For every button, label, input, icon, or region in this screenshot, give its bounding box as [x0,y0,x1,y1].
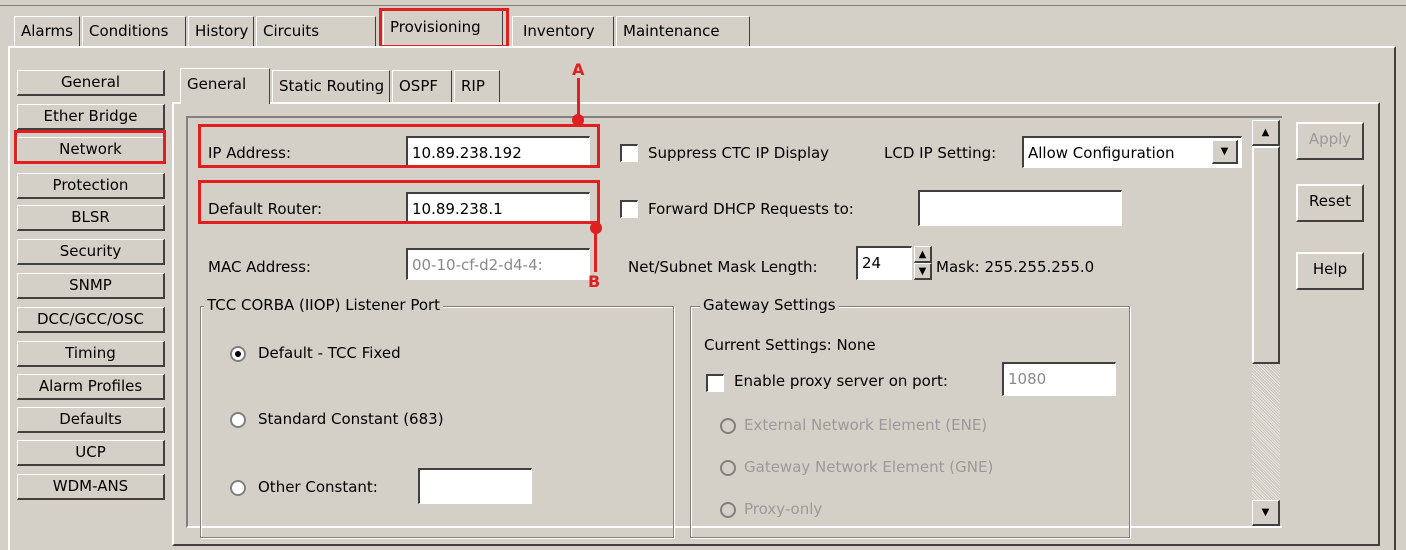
lcd-ip-setting-select[interactable]: Allow Configuration [1022,136,1242,168]
forward-dhcp-checkbox[interactable] [620,200,638,218]
gateway-group-title: Gateway Settings [700,296,839,314]
sidebar-item-protection[interactable]: Protection [17,173,165,199]
annotation-b-label: B [588,272,601,291]
enable-proxy-checkbox[interactable] [706,374,724,392]
top-strip [0,0,1406,6]
forward-dhcp-input[interactable] [918,190,1122,226]
annotation-a-dot [572,114,584,126]
sidebar-item-blsr[interactable]: BLSR [17,205,165,231]
annotation-b-line [594,230,597,272]
other-constant-input[interactable] [418,468,532,504]
proxy-port-input[interactable]: 1080 [1002,362,1116,396]
tab-maintenance[interactable]: Maintenance [616,16,750,46]
corba-group-title: TCC CORBA (IIOP) Listener Port [204,296,444,314]
gne-label: Gateway Network Element (GNE) [744,458,994,476]
lcd-dropdown-button[interactable]: ▼ [1212,140,1238,164]
forward-dhcp-label: Forward DHCP Requests to: [648,200,854,218]
scroll-up-button[interactable]: ▲ [1252,120,1280,146]
mask-value-text: Mask: 255.255.255.0 [936,258,1095,276]
spin-down-icon: ▼ [918,265,927,277]
default-tcc-radio[interactable] [230,346,246,362]
mac-address-field: 00-10-cf-d2-d4-4: [406,248,590,280]
tab-circuits[interactable]: Circuits [256,16,376,46]
tab-history[interactable]: History [188,16,254,46]
tab-alarms[interactable]: Alarms [14,16,80,46]
subtab-general[interactable]: General [180,68,270,104]
spin-up-icon: ▲ [918,248,927,260]
suppress-ctc-ip-checkbox[interactable] [620,144,638,162]
suppress-ctc-ip-label: Suppress CTC IP Display [648,144,830,162]
sidebar-item-timing[interactable]: Timing [17,341,165,367]
scroll-down-button[interactable]: ▼ [1252,500,1280,526]
reset-button[interactable]: Reset [1296,184,1364,222]
tab-inventory[interactable]: Inventory [512,16,614,46]
subtab-static-routing[interactable]: Static Routing [272,70,390,102]
subtab-rip[interactable]: RIP [454,70,500,102]
sidebar-item-wdm-ans[interactable]: WDM-ANS [17,474,165,500]
subtab-ospf[interactable]: OSPF [392,70,452,102]
ip-address-highlight [198,124,600,168]
standard-constant-radio[interactable] [230,412,246,428]
other-constant-label: Other Constant: [258,478,378,496]
annotation-a-label: A [572,60,585,79]
standard-constant-label: Standard Constant (683) [258,410,444,428]
apply-button[interactable]: Apply [1296,122,1364,160]
sidebar-item-ucp[interactable]: UCP [17,440,165,466]
enable-proxy-label: Enable proxy server on port: [734,372,948,390]
sidebar-item-security[interactable]: Security [17,239,165,265]
scroll-up-icon: ▲ [1261,127,1270,138]
lcd-ip-setting-label: LCD IP Setting: [884,144,997,162]
sidebar-item-defaults[interactable]: Defaults [17,407,165,433]
sidebar-item-snmp[interactable]: SNMP [17,273,165,299]
sidebar-item-general[interactable]: General [17,70,165,96]
sidebar-item-dcc-gcc-osc[interactable]: DCC/GCC/OSC [17,307,165,333]
scrollbar-thumb[interactable] [1252,146,1280,364]
proxy-only-label: Proxy-only [744,500,823,518]
mask-length-label: Net/Subnet Mask Length: [628,258,818,276]
sidebar-item-alarm-profiles[interactable]: Alarm Profiles [17,374,165,400]
proxy-only-radio[interactable] [720,502,736,518]
gne-radio[interactable] [720,460,736,476]
other-constant-radio[interactable] [230,480,246,496]
network-item-highlight [14,130,166,164]
gateway-current-settings: Current Settings: None [704,336,876,354]
ene-label: External Network Element (ENE) [744,416,988,434]
sidebar-item-ether-bridge[interactable]: Ether Bridge [17,104,165,130]
mask-spin-up[interactable]: ▲ [914,246,932,263]
mac-address-label: MAC Address: [208,258,311,276]
default-tcc-label: Default - TCC Fixed [258,344,401,362]
default-router-highlight [198,180,600,224]
ene-radio[interactable] [720,418,736,434]
mask-length-input[interactable]: 24 [856,246,912,280]
chevron-down-icon: ▼ [1220,146,1229,157]
mask-spin-down[interactable]: ▼ [914,263,932,280]
provisioning-tab-highlight [379,8,509,48]
tab-conditions[interactable]: Conditions [82,16,186,46]
help-button[interactable]: Help [1296,252,1364,290]
scroll-down-icon: ▼ [1261,507,1270,518]
